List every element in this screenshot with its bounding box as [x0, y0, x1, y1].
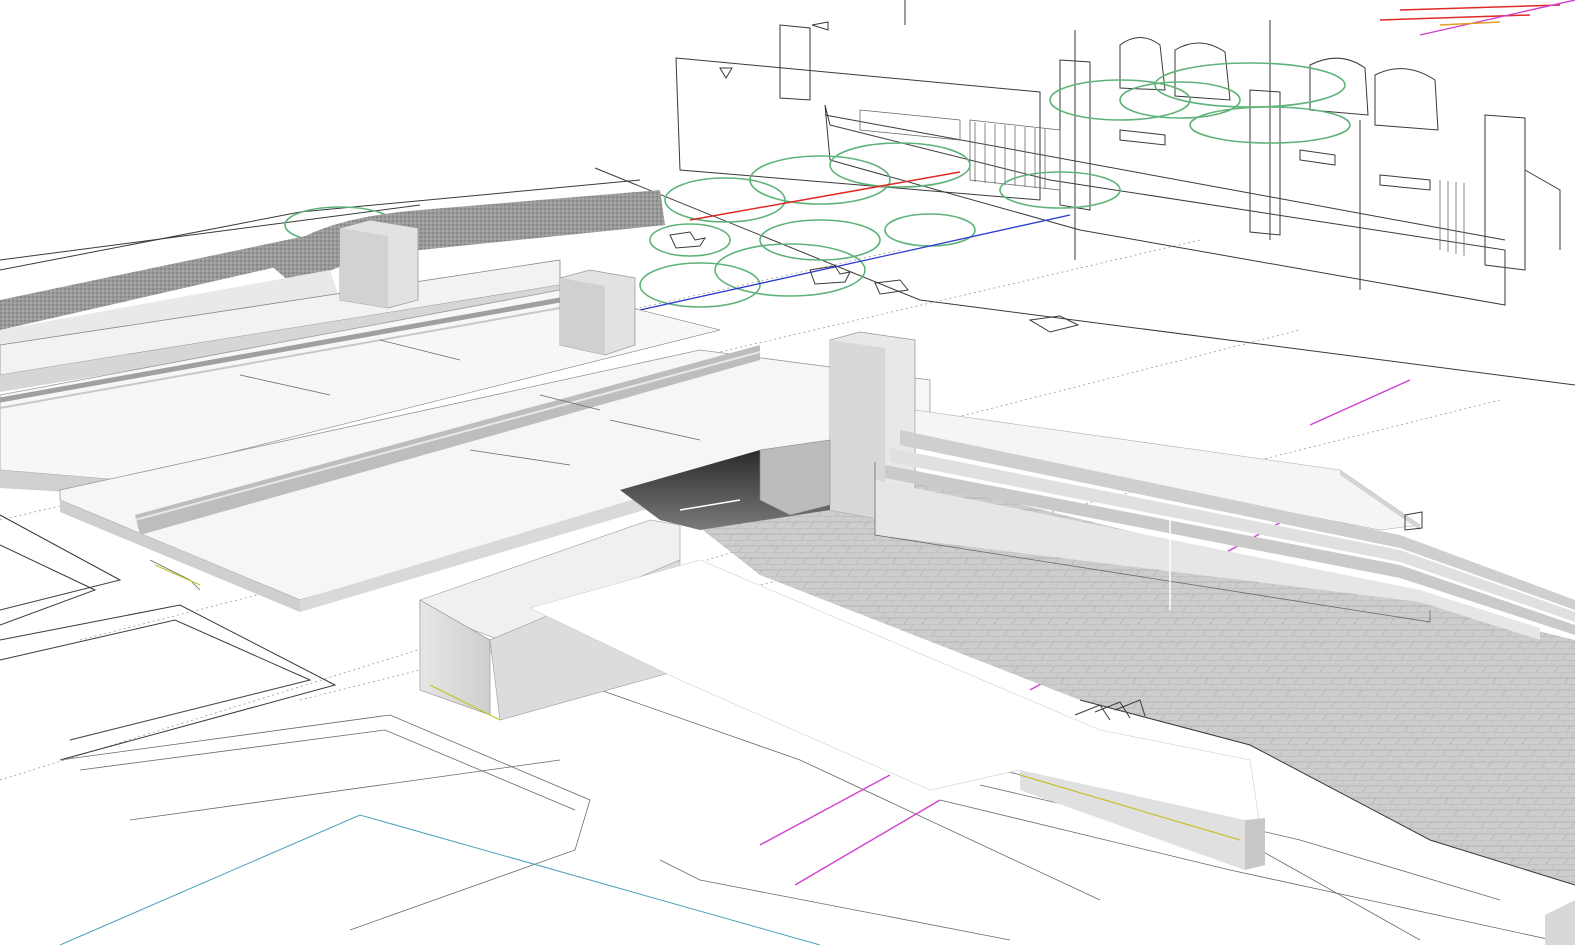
- architectural-3d-viewport[interactable]: [0, 0, 1575, 945]
- site-section-model: [0, 0, 1575, 945]
